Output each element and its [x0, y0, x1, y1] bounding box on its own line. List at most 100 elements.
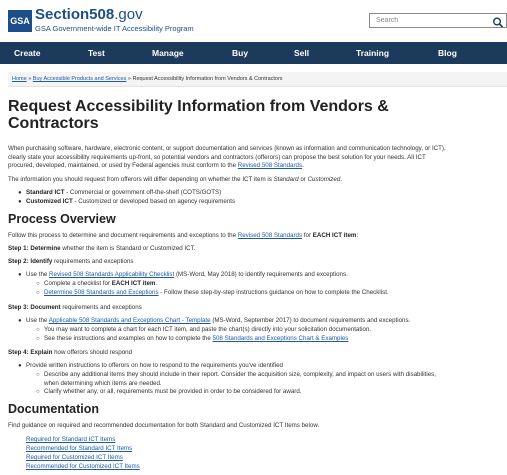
info-text: The information you should request from …	[8, 176, 274, 183]
breadcrumb-current: Request Accessibility Information from V…	[132, 76, 283, 82]
step-3-use: Use the	[26, 317, 49, 324]
site-subtitle: GSA Government-wide IT Accessibility Pro…	[35, 24, 194, 33]
bullet-icon: ●	[18, 199, 22, 205]
info-standard: Standard	[273, 176, 299, 183]
step-2-use: Use the	[26, 271, 50, 278]
nav-item-create[interactable]: Create	[14, 42, 40, 64]
step-2-item: Use the Revised 508 Standards Applicabil…	[26, 271, 348, 280]
applicability-checklist-link[interactable]: Revised 508 Standards Applicability Chec…	[49, 271, 174, 278]
bullet-icon: ●	[18, 190, 22, 196]
nav-item-blog[interactable]: Blog	[438, 42, 457, 64]
intro-line-2: clearly state your accessibility require…	[8, 153, 426, 161]
step-4-sub-2: Clarify whether any, or all, requirement…	[44, 388, 302, 395]
doc-link-recommended-customized: Recommended for Customized ICT Items	[26, 463, 140, 472]
intro-text: procured, developed, maintained, or used…	[8, 162, 238, 169]
nav-item-sell[interactable]: Sell	[294, 42, 309, 64]
step-2-sub-1-text: Complete a checklist for	[44, 280, 112, 287]
desc-standard-ict: - Commercial or government off-the-shelf…	[64, 189, 222, 196]
doc-link[interactable]: Required for Standard ICT Items	[26, 436, 115, 443]
step-3-sub-2: See these instructions and examples on h…	[44, 335, 348, 344]
site-name[interactable]: Section508.gov	[35, 7, 143, 23]
step-2-sub-2: Determine 508 Standards and Exceptions -…	[44, 289, 389, 298]
term-standard-ict: Standard ICT	[26, 189, 65, 196]
nav-item-test[interactable]: Test	[88, 42, 105, 64]
process-intro-bold: EACH ICT item	[312, 232, 357, 239]
step-1-text: whether the item is Standard or Customiz…	[60, 245, 196, 252]
documentation-heading: Documentation	[8, 402, 99, 416]
process-intro: Follow this process to determine and doc…	[8, 232, 358, 241]
site-header: GSA Section508.gov GSA Government-wide I…	[0, 0, 507, 42]
step-2-sub-1-bold: EACH ICT item	[111, 280, 156, 287]
bullet-icon: ●	[18, 318, 22, 324]
breadcrumb: Home » Buy Accessible Products and Servi…	[12, 76, 283, 82]
step-4-text: how offerors should respond	[52, 349, 133, 356]
step-2-sub-2-rest: - Follow these step-by-step instructions…	[158, 289, 389, 296]
term-customized-ict: Customized ICT	[26, 198, 73, 205]
search-icon[interactable]	[492, 15, 504, 28]
step-2-rest: (MS-Word, May 2018) to identify requirem…	[174, 271, 348, 278]
search-input[interactable]	[370, 14, 490, 27]
site-name-tld: .gov	[114, 6, 143, 23]
step-4-item: Provide written instructions to offerors…	[26, 362, 283, 369]
revised-508-standards-link[interactable]: Revised 508 Standards	[238, 162, 302, 169]
process-intro-for: for	[302, 232, 313, 239]
list-item-customized-ict: Customized ICT - Customized or developed…	[26, 198, 235, 207]
doc-link-required-standard: Required for Standard ICT Items	[26, 436, 115, 445]
circle-bullet-icon: ○	[36, 372, 40, 378]
step-3-rest: (MS-Word, September 2017) to document re…	[210, 317, 411, 324]
exceptions-chart-template-link[interactable]: Applicable 508 Standards and Exceptions …	[49, 317, 211, 324]
bullet-icon: ●	[18, 363, 22, 369]
doc-link[interactable]: Required for Customized ICT Items	[26, 454, 123, 461]
intro-line-1: When purchasing software, hardware, elec…	[8, 145, 446, 152]
circle-bullet-icon: ○	[36, 290, 40, 296]
doc-link-recommended-standard: Recommended for Standard ICT Items	[26, 445, 132, 454]
info-end: .	[340, 176, 342, 183]
search-box	[369, 13, 507, 28]
page-title: Request Accessibility Information from V…	[8, 98, 389, 132]
step-3-label: Step 3: Document	[8, 304, 61, 311]
chart-examples-link[interactable]: 508 Standards and Exceptions Chart & Exa…	[213, 335, 349, 342]
gsa-logo[interactable]: GSA	[8, 10, 32, 32]
determine-standards-link[interactable]: Determine 508 Standards and Exceptions	[44, 289, 159, 296]
breadcrumb-bar: Home » Buy Accessible Products and Servi…	[8, 72, 507, 87]
doc-link[interactable]: Recommended for Standard ICT Items	[26, 445, 132, 452]
step-2-sub-1-end: .	[155, 280, 158, 287]
step-4: Step 4: Explain how offerors should resp…	[8, 349, 132, 358]
step-3: Step 3: Document requirements and except…	[8, 304, 142, 313]
doc-link[interactable]: Recommended for Customized ICT Items	[26, 463, 140, 470]
step-3-text: requirements and exceptions	[60, 304, 142, 311]
nav-item-training[interactable]: Training	[356, 42, 389, 64]
step-2: Step 2: Identify requirements and except…	[8, 258, 134, 267]
process-heading: Process Overview	[8, 212, 116, 226]
breadcrumb-section-link[interactable]: Buy Accessible Products and Services	[33, 76, 127, 82]
step-3-sub-2-text: See these instructions and examples on h…	[44, 335, 213, 342]
circle-bullet-icon: ○	[36, 281, 40, 287]
circle-bullet-icon: ○	[36, 389, 40, 395]
list-item-standard-ict: Standard ICT - Commercial or government …	[26, 189, 221, 198]
info-customized: Customized	[307, 176, 341, 183]
documentation-intro: Find guidance on required and recommende…	[8, 422, 320, 429]
step-1: Step 1: Determine whether the item is St…	[8, 245, 195, 254]
breadcrumb-home-link[interactable]: Home	[12, 76, 27, 82]
circle-bullet-icon: ○	[36, 336, 40, 342]
intro-end: .	[302, 162, 304, 169]
step-2-sub-1: Complete a checklist for EACH ICT item.	[44, 280, 157, 289]
site-name-main: Section508	[35, 6, 115, 23]
step-3-item: Use the Applicable 508 Standards and Exc…	[26, 317, 410, 326]
step-2-label: Step 2: Identify	[8, 258, 53, 265]
step-2-text: requirements and exceptions	[52, 258, 134, 265]
desc-customized-ict: - Customized or developed based on agenc…	[72, 198, 236, 205]
intro-line-3: procured, developed, maintained, or used…	[8, 162, 304, 171]
info-paragraph: The information you should request from …	[8, 176, 342, 185]
process-intro-end: :	[356, 232, 359, 239]
doc-link-required-customized: Required for Customized ICT Items	[26, 454, 123, 463]
nav-item-buy[interactable]: Buy	[232, 42, 248, 64]
process-intro-text: Follow this process to determine and doc…	[8, 232, 238, 239]
nav-item-manage[interactable]: Manage	[152, 42, 184, 64]
circle-bullet-icon: ○	[36, 327, 40, 333]
step-3-sub-1: You may want to complete a chart for eac…	[44, 326, 372, 333]
info-or: or	[298, 176, 308, 183]
process-standards-link[interactable]: Revised 508 Standards	[238, 232, 302, 239]
step-4-sub-1-line-1: Describe any additional items they shoul…	[44, 371, 436, 378]
step-1-label: Step 1: Determine	[8, 245, 61, 252]
